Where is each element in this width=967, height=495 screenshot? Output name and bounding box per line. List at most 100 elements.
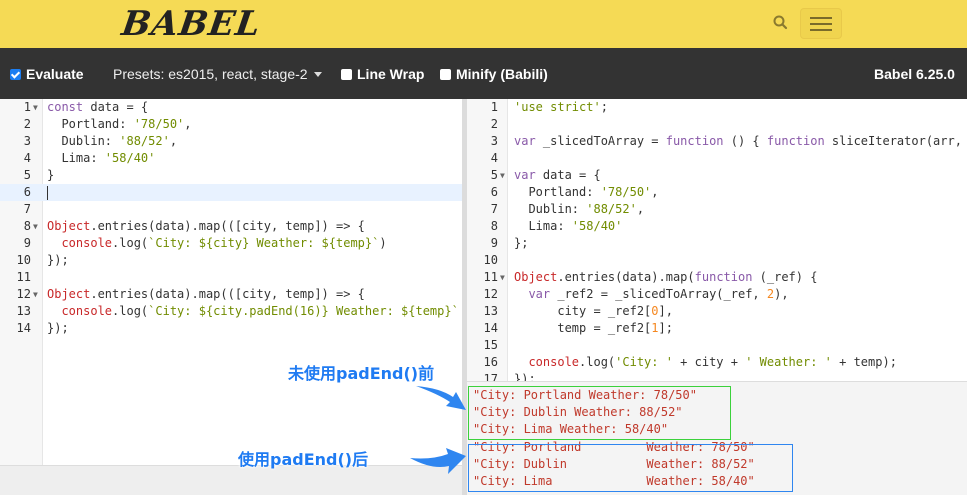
code-line[interactable]: 14}); (0, 320, 462, 337)
evaluate-checkbox[interactable] (10, 68, 21, 80)
code-text: }); (47, 253, 69, 267)
code-line[interactable]: 16 console.log('City: ' + city + ' Weath… (467, 354, 967, 371)
top-header: BABEL (0, 0, 967, 48)
line-number: 4 (23, 151, 31, 165)
line-number: 13 (483, 304, 498, 318)
minify-toggle[interactable]: Minify (Babili) (440, 66, 548, 82)
source-editor[interactable]: 1 ▼ const data = {2 Portland: '78/50', 3 Du… (0, 99, 462, 465)
code-text: Object.entries(data).map(([city, temp]) … (47, 219, 365, 233)
options-toolbar: Evaluate Presets: es2015, react, stage-2… (0, 48, 967, 99)
code-line[interactable]: 14 temp = _ref2[1]; (467, 320, 967, 337)
code-text: Portland: '78/50', (47, 117, 192, 131)
line-number: 12 (483, 287, 498, 301)
line-number: 15 (483, 338, 498, 352)
code-line[interactable]: 4 Lima: '58/40' (0, 150, 462, 167)
line-number: 16 (483, 355, 498, 369)
presets-dropdown[interactable]: Presets: es2015, react, stage-2 (113, 66, 322, 82)
code-line[interactable]: 6 (0, 184, 462, 201)
fold-arrow-icon[interactable]: ▼ (500, 167, 505, 184)
code-text: Lima: '58/40' (514, 219, 623, 233)
code-line[interactable]: 13 city = _ref2[0], (467, 303, 967, 320)
output-editor[interactable]: 1 'use strict'; 2 3 var _slicedToArray = fun… (467, 99, 967, 381)
code-text: 'use strict'; (514, 100, 608, 114)
code-text: console.log('City: ' + city + ' Weather:… (528, 355, 897, 369)
fold-arrow-icon[interactable]: ▼ (33, 218, 38, 235)
hamburger-menu-button[interactable] (800, 8, 842, 39)
line-number: 10 (16, 253, 31, 267)
line-number: 11 (16, 270, 31, 284)
search-icon[interactable] (770, 12, 792, 34)
code-line[interactable]: 8 ▼ Object.entries(data).map(([city, temp]… (0, 218, 462, 235)
code-line[interactable]: 1 ▼ const data = { (0, 99, 462, 116)
code-line[interactable]: 2 Portland: '78/50', (0, 116, 462, 133)
text-cursor (47, 185, 48, 200)
code-text: city = _ref2[0], (514, 304, 673, 318)
line-number: 11 (483, 270, 498, 284)
code-line[interactable]: 2 (467, 116, 967, 133)
line-number: 17 (483, 372, 498, 381)
code-line[interactable]: 10 (467, 252, 967, 269)
code-line[interactable]: 9}; (467, 235, 967, 252)
code-line[interactable]: 3 Dublin: '88/52', (0, 133, 462, 150)
code-text: }); (514, 372, 536, 381)
code-line[interactable]: 8 Lima: '58/40' (467, 218, 967, 235)
code-line[interactable]: 12 ▼ Object.entries(data).map(([city, temp… (0, 286, 462, 303)
code-text: var _slicedToArray = function () { funct… (514, 134, 962, 148)
after-highlight-box (468, 444, 793, 492)
line-number: 3 (23, 134, 31, 148)
fold-arrow-icon[interactable]: ▼ (33, 99, 38, 116)
line-wrap-checkbox[interactable] (341, 68, 352, 80)
code-line[interactable]: 12 var _ref2 = _slicedToArray(_ref, 2), (467, 286, 967, 303)
code-text (47, 184, 48, 201)
babel-version: Babel 6.25.0 (874, 66, 955, 82)
code-text: Dublin: '88/52', (47, 134, 178, 148)
line-number: 7 (23, 202, 31, 216)
line-number: 8 (490, 219, 498, 233)
line-number: 9 (23, 236, 31, 250)
code-line[interactable]: 6 Portland: '78/50', (467, 184, 967, 201)
code-line[interactable]: 5} (0, 167, 462, 184)
code-line[interactable]: 11 (0, 269, 462, 286)
code-text: console.log(`City: ${city.padEnd(16)} We… (61, 304, 459, 318)
fold-arrow-icon[interactable]: ▼ (500, 269, 505, 286)
code-text: }; (514, 236, 529, 250)
code-text: } (47, 168, 55, 182)
minify-label: Minify (Babili) (456, 66, 548, 82)
line-number: 13 (16, 304, 31, 318)
line-number: 5 (23, 168, 31, 182)
code-line[interactable]: 10}); (0, 252, 462, 269)
code-text: }); (47, 321, 69, 335)
code-text: var data = { (514, 168, 601, 182)
code-line[interactable]: 3 var _slicedToArray = function () { func… (467, 133, 967, 150)
line-number: 7 (490, 202, 498, 216)
code-line[interactable]: 7 Dublin: '88/52', (467, 201, 967, 218)
before-highlight-box (468, 386, 731, 440)
left-footer (0, 465, 462, 495)
code-line[interactable]: 9 console.log(`City: ${city} Weather: ${… (0, 235, 462, 252)
babel-logo[interactable]: BABEL (119, 4, 263, 44)
line-number: 3 (490, 134, 498, 148)
line-number: 14 (16, 321, 31, 335)
code-line[interactable]: 13 console.log(`City: ${city.padEnd(16)}… (0, 303, 462, 320)
minify-checkbox[interactable] (440, 68, 451, 80)
code-line[interactable]: 11 ▼ Object.entries(data).map(function (_r… (467, 269, 967, 286)
code-text: Lima: '58/40' (47, 151, 156, 165)
fold-arrow-icon[interactable]: ▼ (33, 286, 38, 303)
code-line[interactable]: 7 (0, 201, 462, 218)
code-line[interactable]: 5 ▼ var data = { (467, 167, 967, 184)
code-line[interactable]: 17}); (467, 371, 967, 381)
code-text: Object.entries(data).map(function (_ref)… (514, 270, 818, 284)
arrow-right-icon (416, 386, 466, 410)
menu-bar-icon (810, 17, 832, 19)
code-line[interactable]: 1 'use strict'; (467, 99, 967, 116)
line-number: 5 (490, 168, 498, 182)
code-text: var _ref2 = _slicedToArray(_ref, 2), (528, 287, 789, 301)
line-number: 10 (483, 253, 498, 267)
line-number: 8 (23, 219, 31, 233)
line-number: 2 (490, 117, 498, 131)
code-line[interactable]: 4 (467, 150, 967, 167)
line-number: 1 (23, 100, 31, 114)
line-wrap-toggle[interactable]: Line Wrap (341, 66, 424, 82)
code-line[interactable]: 15 (467, 337, 967, 354)
evaluate-toggle[interactable]: Evaluate (10, 66, 84, 82)
